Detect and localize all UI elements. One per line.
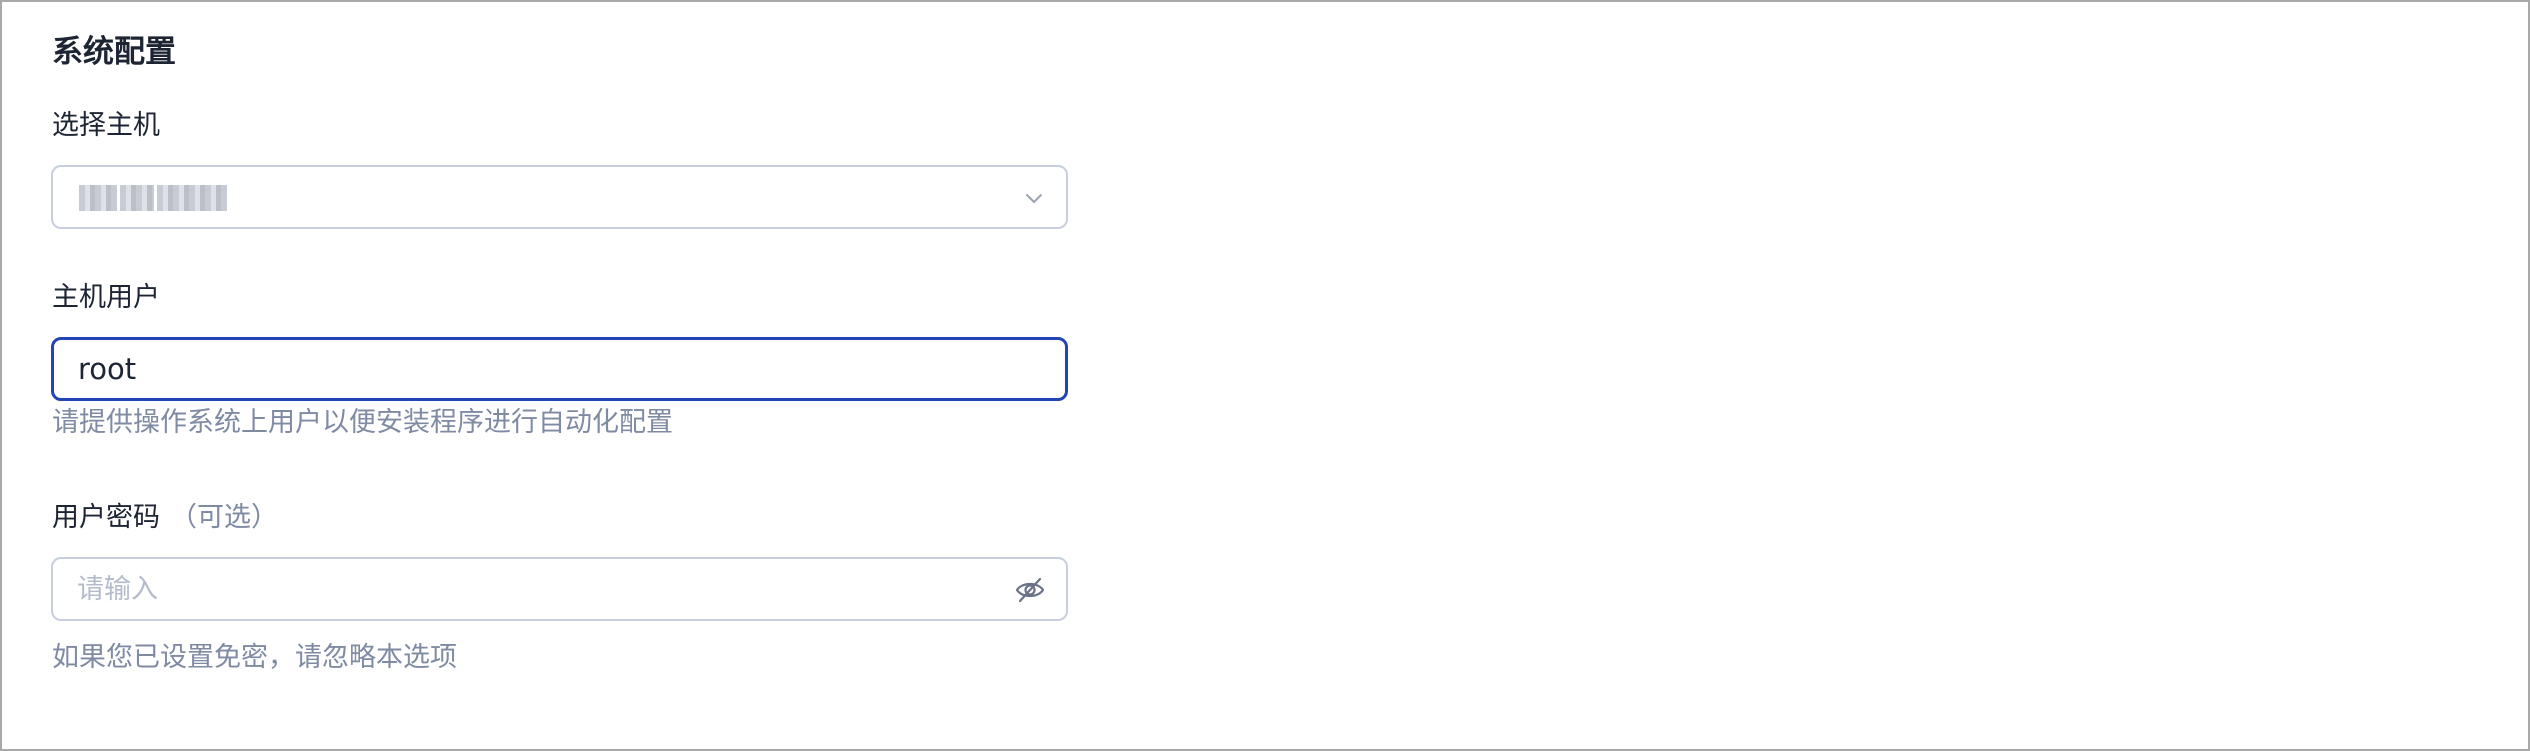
host-label: 选择主机 — [52, 110, 160, 141]
password-label-text: 用户密码 — [52, 502, 160, 533]
password-label: 用户密码 （可选） — [52, 500, 278, 536]
password-help: 如果您已设置免密，请忽略本选项 — [52, 642, 457, 673]
section-title: 系统配置 — [52, 34, 176, 70]
pixelated-value — [79, 185, 227, 211]
host-select[interactable] — [51, 165, 1068, 229]
host-user-input[interactable] — [78, 340, 1038, 398]
host-user-field[interactable] — [51, 337, 1068, 401]
eye-off-icon[interactable] — [1014, 575, 1046, 605]
host-user-label: 主机用户 — [52, 282, 160, 313]
optional-tag: （可选） — [170, 502, 278, 533]
host-select-value-obscured — [79, 181, 264, 215]
host-user-help: 请提供操作系统上用户以便安装程序进行自动化配置 — [52, 407, 673, 438]
chevron-down-icon — [1026, 194, 1042, 203]
password-field[interactable] — [51, 557, 1068, 621]
password-input[interactable] — [77, 559, 997, 619]
config-panel: 系统配置 选择主机 主机用户 请提供操作系统上用户以便安装程序进行自动化配置 用… — [0, 0, 2530, 751]
